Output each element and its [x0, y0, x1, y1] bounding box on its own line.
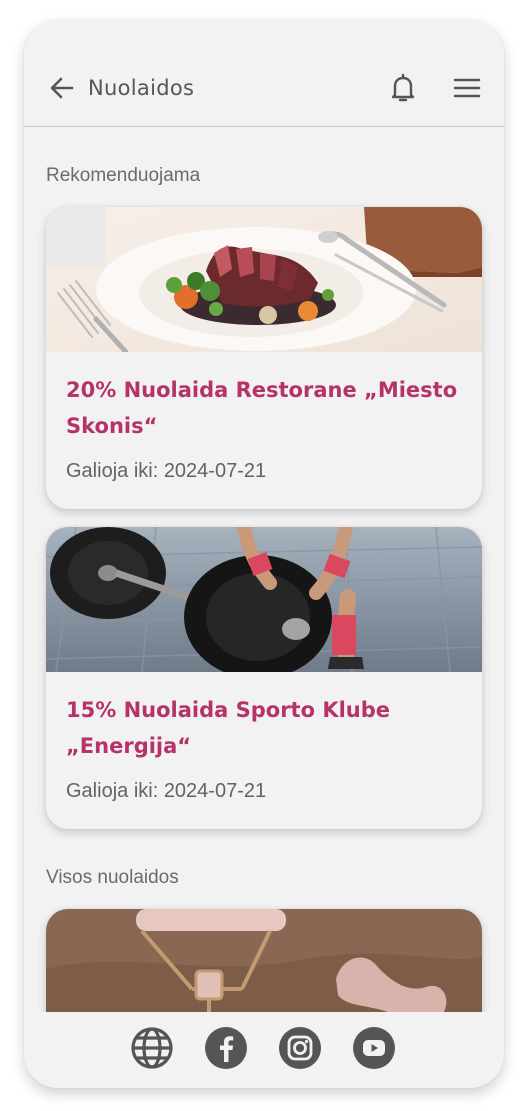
card-valid-until: Galioja iki: 2024-07-21 — [66, 780, 267, 802]
section-title-recommended: Rekomenduojama — [46, 165, 201, 186]
discount-card[interactable]: 20% Nuolaida Restorane „Miesto Skonis“ G… — [46, 207, 482, 509]
card-valid-until: Galioja iki: 2024-07-21 — [66, 460, 267, 482]
menu-button[interactable] — [452, 74, 482, 102]
social-footer — [24, 1012, 504, 1088]
hamburger-menu-icon — [453, 78, 481, 98]
youtube-link[interactable] — [352, 1026, 396, 1070]
page-title: Nuolaidos — [88, 76, 195, 100]
card-title: 20% Nuolaida Restorane „Miesto Skonis“ — [66, 378, 458, 438]
discount-card[interactable]: 15% Nuolaida Sporto Klube „Energija“ Gal… — [46, 527, 482, 829]
facebook-icon — [205, 1027, 247, 1069]
bell-icon — [391, 73, 415, 102]
arrow-left-icon — [50, 77, 74, 99]
card-image-restaurant — [46, 207, 482, 352]
back-button[interactable] — [48, 74, 76, 102]
facebook-link[interactable] — [204, 1026, 248, 1070]
section-title-all: Visos nuolaidos — [46, 867, 179, 888]
notifications-button[interactable] — [388, 72, 418, 104]
app-header: Nuolaidos — [24, 20, 504, 127]
youtube-icon — [353, 1027, 395, 1069]
website-link[interactable] — [130, 1026, 174, 1070]
phone-screen: Nuolaidos Rekomenduojama 20% Nuolaida Re… — [24, 20, 504, 1088]
card-title: 15% Nuolaida Sporto Klube „Energija“ — [66, 698, 391, 758]
globe-icon — [131, 1027, 173, 1069]
instagram-icon — [279, 1027, 321, 1069]
card-image-gym — [46, 527, 482, 672]
instagram-link[interactable] — [278, 1026, 322, 1070]
